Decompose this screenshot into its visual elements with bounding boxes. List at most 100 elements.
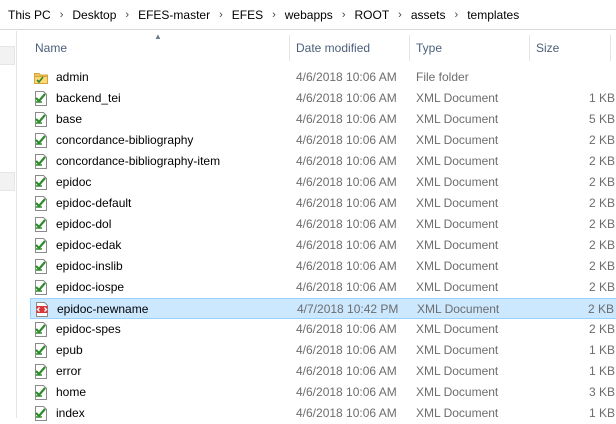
- file-date-modified: 4/6/2018 10:06 AM: [296, 322, 397, 336]
- chevron-right-icon[interactable]: ›: [118, 9, 136, 21]
- file-name: concordance-bibliography: [56, 133, 194, 147]
- file-row[interactable]: concordance-bibliography 4/6/2018 10:06 A…: [30, 130, 616, 151]
- file-row[interactable]: concordance-bibliography-item 4/6/2018 10…: [30, 151, 616, 172]
- xml-file-icon: [34, 217, 48, 232]
- file-row[interactable]: epidoc-edak 4/6/2018 10:06 AM XML Document…: [30, 235, 616, 256]
- file-date-modified: 4/6/2018 10:06 AM: [296, 259, 397, 273]
- breadcrumb-item[interactable]: EFES: [230, 8, 265, 22]
- file-row[interactable]: admin 4/6/2018 10:06 AM File folder: [30, 67, 616, 88]
- navigation-pane-item[interactable]: [0, 46, 15, 65]
- file-name: epidoc-edak: [56, 238, 122, 252]
- file-date-modified: 4/6/2018 10:06 AM: [296, 343, 397, 357]
- file-date-modified: 4/6/2018 10:06 AM: [296, 280, 397, 294]
- file-type: XML Document: [416, 343, 499, 357]
- file-row[interactable]: epidoc-spes 4/6/2018 10:06 AM XML Document…: [30, 319, 616, 340]
- chevron-right-icon[interactable]: ›: [391, 9, 409, 21]
- file-name: epub: [56, 343, 83, 357]
- xml-file-icon: [34, 322, 48, 337]
- file-name: epidoc-spes: [56, 322, 121, 336]
- file-row[interactable]: home 4/6/2018 10:06 AM XML Document 3 KB: [30, 382, 616, 403]
- file-row[interactable]: epub 4/6/2018 10:06 AM XML Document 1 KB: [30, 340, 616, 361]
- breadcrumb-item[interactable]: ROOT: [352, 8, 391, 22]
- file-date-modified: 4/6/2018 10:06 AM: [296, 238, 397, 252]
- file-name: base: [56, 112, 83, 126]
- xml-file-icon: [34, 385, 48, 400]
- file-size: 2 KB: [588, 133, 615, 147]
- file-row[interactable]: epidoc-dol 4/6/2018 10:06 AM XML Document 2…: [30, 214, 616, 235]
- file-size: 2 KB: [588, 238, 615, 252]
- file-name: home: [56, 385, 87, 399]
- column-divider[interactable]: [610, 35, 611, 61]
- breadcrumb: This PC › Desktop › EFES-master › EFES › webapps…: [0, 0, 616, 30]
- file-size: 2 KB: [587, 302, 614, 316]
- file-row[interactable]: epidoc-newname 4/7/2018 10:42 PM XML Docum…: [30, 298, 616, 319]
- file-date-modified: 4/6/2018 10:06 AM: [296, 217, 397, 231]
- column-header-date-modified[interactable]: Date modified: [296, 41, 370, 55]
- xml-file-icon: [34, 112, 48, 127]
- breadcrumb-item[interactable]: assets: [409, 8, 448, 22]
- file-size: 2 KB: [588, 217, 615, 231]
- chevron-right-icon[interactable]: ›: [335, 9, 353, 21]
- file-list: ▲ Name Date modified Type Size admin 4/6/…: [17, 31, 616, 421]
- file-type: XML Document: [416, 217, 499, 231]
- breadcrumb-item[interactable]: EFES-master: [136, 8, 212, 22]
- column-divider[interactable]: [409, 35, 410, 61]
- file-date-modified: 4/7/2018 10:42 PM: [297, 302, 399, 316]
- file-size: 5 KB: [588, 112, 615, 126]
- file-date-modified: 4/6/2018 10:06 AM: [296, 364, 397, 378]
- file-size: 1 KB: [588, 91, 615, 105]
- file-size: 2 KB: [588, 322, 615, 336]
- chevron-right-icon[interactable]: ›: [265, 9, 283, 21]
- column-divider[interactable]: [289, 35, 290, 61]
- file-name: error: [56, 364, 82, 378]
- file-date-modified: 4/6/2018 10:06 AM: [296, 91, 397, 105]
- chevron-right-icon[interactable]: ›: [53, 9, 71, 21]
- file-name: epidoc-iospe: [56, 280, 125, 294]
- breadcrumb-item[interactable]: This PC: [6, 8, 53, 22]
- file-row[interactable]: epidoc-default 4/6/2018 10:06 AM XML Docum…: [30, 193, 616, 214]
- file-size: 2 KB: [588, 280, 615, 294]
- chevron-right-icon[interactable]: ›: [212, 9, 230, 21]
- file-size: 3 KB: [588, 385, 615, 399]
- file-row[interactable]: epidoc-iospe 4/6/2018 10:06 AM XML Documen…: [30, 277, 616, 298]
- breadcrumb-item[interactable]: webapps: [283, 8, 335, 22]
- breadcrumb-item[interactable]: Desktop: [70, 8, 118, 22]
- file-name: epidoc-inslib: [56, 259, 123, 273]
- navigation-pane-item[interactable]: [0, 172, 15, 191]
- column-header-name[interactable]: Name: [35, 41, 67, 55]
- column-header-type[interactable]: Type: [416, 41, 442, 55]
- column-divider[interactable]: [529, 35, 530, 61]
- file-size: 1 KB: [588, 364, 615, 378]
- file-row[interactable]: error 4/6/2018 10:06 AM XML Document 1 KB: [30, 361, 616, 382]
- breadcrumb-item[interactable]: templates: [465, 8, 521, 22]
- file-row[interactable]: index 4/6/2018 10:06 AM XML Document 1 KB: [30, 403, 616, 424]
- file-type: XML Document: [416, 322, 499, 336]
- file-date-modified: 4/6/2018 10:06 AM: [296, 133, 397, 147]
- column-header-row: ▲ Name Date modified Type Size: [17, 31, 616, 64]
- file-type: XML Document: [416, 280, 499, 294]
- file-size: 2 KB: [588, 259, 615, 273]
- navigation-pane[interactable]: [0, 31, 17, 418]
- file-row[interactable]: epidoc-inslib 4/6/2018 10:06 AM XML Docume…: [30, 256, 616, 277]
- file-date-modified: 4/6/2018 10:06 AM: [296, 385, 397, 399]
- xml-file-icon: [34, 238, 48, 253]
- file-name: backend_tei: [56, 91, 121, 105]
- chevron-right-icon[interactable]: ›: [448, 9, 466, 21]
- file-row[interactable]: backend_tei 4/6/2018 10:06 AM XML Document…: [30, 88, 616, 109]
- file-name: epidoc-newname: [57, 302, 149, 316]
- xml-file-icon: [34, 280, 48, 295]
- file-type: XML Document: [416, 154, 499, 168]
- file-type: File folder: [416, 70, 469, 84]
- file-type: XML Document: [416, 91, 499, 105]
- file-date-modified: 4/6/2018 10:06 AM: [296, 112, 397, 126]
- file-type: XML Document: [416, 112, 499, 126]
- file-name: admin: [56, 70, 89, 84]
- file-date-modified: 4/6/2018 10:06 AM: [296, 196, 397, 210]
- file-type: XML Document: [417, 302, 500, 316]
- file-name: epidoc: [56, 175, 92, 189]
- file-size: 1 KB: [588, 343, 615, 357]
- column-header-size[interactable]: Size: [536, 41, 559, 55]
- file-row[interactable]: base 4/6/2018 10:06 AM XML Document 5 KB: [30, 109, 616, 130]
- file-type: XML Document: [416, 238, 499, 252]
- file-row[interactable]: epidoc 4/6/2018 10:06 AM XML Document 2 KB: [30, 172, 616, 193]
